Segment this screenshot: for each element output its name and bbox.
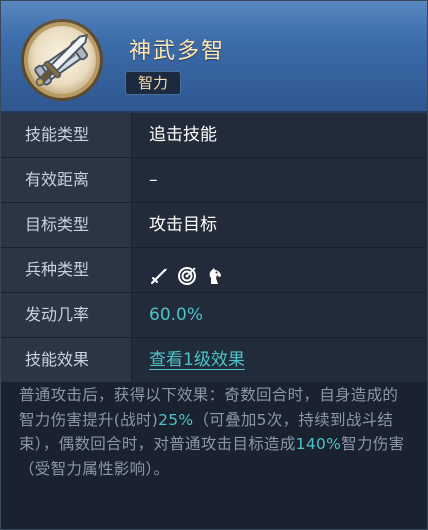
row-range: 有效距离 – — [1, 158, 427, 203]
sword-and-scroll-icon — [21, 19, 103, 101]
row-label: 目标类型 — [1, 203, 131, 247]
cavalry-horse-icon — [205, 259, 225, 284]
row-skill-type: 技能类型 追击技能 — [1, 113, 427, 158]
skill-header: 神武多智 智力 — [1, 1, 427, 113]
row-skill-effect: 技能效果 查看1级效果 — [1, 338, 427, 383]
row-value: – — [132, 158, 427, 202]
attribute-tag: 智力 — [125, 71, 181, 95]
skill-name: 神武多智 — [129, 39, 226, 64]
row-value: 追击技能 — [132, 113, 427, 157]
row-label: 技能效果 — [1, 338, 131, 382]
skill-attributes-table: 技能类型 追击技能 有效距离 – 目标类型 攻击目标 兵种类型 发动几率 60.… — [1, 113, 427, 383]
skill-card: 神武多智 智力 技能类型 追击技能 有效距离 – 目标类型 攻击目标 兵种类型 — [0, 0, 428, 530]
spear-infantry-icon — [149, 259, 169, 284]
row-label: 有效距离 — [1, 158, 131, 202]
row-trigger-rate: 发动几率 60.0% — [1, 293, 427, 338]
skill-description: 普通攻击后，获得以下效果：奇数回合时，自身造成的智力伤害提升(战时)25%（可叠… — [19, 383, 413, 481]
row-unit-type: 兵种类型 — [1, 248, 427, 293]
archer-target-icon — [177, 259, 197, 285]
row-label: 技能类型 — [1, 113, 131, 157]
description-highlight: 140% — [295, 435, 342, 453]
row-target-type: 目标类型 攻击目标 — [1, 203, 427, 248]
description-highlight: 25% — [158, 410, 194, 429]
row-label: 发动几率 — [1, 293, 131, 337]
view-level-effect-link[interactable]: 查看1级效果 — [149, 350, 245, 370]
row-value — [132, 248, 427, 292]
row-value: 攻击目标 — [132, 203, 427, 247]
row-label: 兵种类型 — [1, 248, 131, 292]
row-value: 60.0% — [132, 293, 427, 337]
row-value: 查看1级效果 — [132, 338, 427, 382]
